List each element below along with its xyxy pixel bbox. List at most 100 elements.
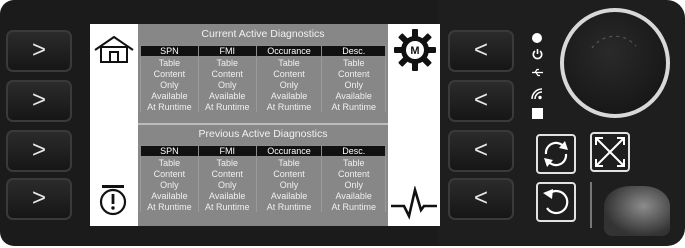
- thumbwheel[interactable]: [604, 186, 670, 236]
- chevron-right-icon: >: [31, 184, 46, 212]
- diagnostics-area: Current Active Diagnostics SPN FMI Occur…: [138, 24, 388, 226]
- left-softkey-3[interactable]: >: [6, 130, 72, 172]
- rotate-arrows-icon: [544, 141, 568, 167]
- table-cell: Available: [140, 190, 199, 201]
- table-cell: Available: [255, 190, 323, 201]
- chevron-left-icon: <: [473, 86, 488, 114]
- cross-arrows-icon: [595, 137, 625, 167]
- bezel-seam: [590, 182, 592, 228]
- table-cell: Available: [197, 90, 257, 101]
- knob-arc-icon: [591, 35, 637, 49]
- table-cell: Table: [197, 56, 257, 68]
- left-softkey-4[interactable]: >: [6, 178, 72, 220]
- table-cell: Content: [255, 168, 323, 179]
- chevron-left-icon: <: [473, 136, 488, 164]
- chevron-right-icon: >: [31, 86, 46, 114]
- home-icon[interactable]: [93, 34, 135, 64]
- table-cell: At Runtime: [197, 201, 257, 212]
- table-cell: Table: [255, 156, 323, 168]
- wifi-icon: [531, 88, 543, 100]
- table-cell: Table: [255, 56, 323, 68]
- screen-left-column: [90, 24, 138, 226]
- table-cell: Table: [321, 156, 386, 168]
- table-cell: Only: [321, 179, 386, 190]
- table-row: Available Available Available Available: [140, 90, 386, 101]
- table-cell: Only: [140, 179, 199, 190]
- column-header-desc: Desc.: [321, 145, 386, 157]
- table-cell: Available: [140, 90, 199, 101]
- table-cell: Only: [197, 179, 257, 190]
- right-softkey-4[interactable]: <: [448, 178, 514, 220]
- chevron-right-icon: >: [31, 36, 46, 64]
- engine-warning-icon[interactable]: [98, 182, 128, 218]
- table-cell: Available: [197, 190, 257, 201]
- table-row: Available Available Available Available: [140, 190, 386, 201]
- chevron-right-icon: >: [31, 136, 46, 164]
- table-cell: At Runtime: [321, 201, 386, 212]
- table-cell: Table: [140, 56, 199, 68]
- chevron-left-icon: <: [473, 184, 488, 212]
- left-softkey-2[interactable]: >: [6, 80, 72, 122]
- column-header-fmi: FMI: [197, 145, 257, 157]
- table-row: Content Content Content Content: [140, 68, 386, 79]
- table-cell: Content: [255, 68, 323, 79]
- table-cell: Table: [197, 156, 257, 168]
- column-header-spn: SPN: [140, 145, 199, 157]
- current-diagnostics-title: Current Active Diagnostics: [201, 28, 325, 40]
- column-header-fmi: FMI: [197, 45, 257, 57]
- table-cell: Content: [197, 68, 257, 79]
- table-cell: Only: [140, 79, 199, 90]
- rotary-knob[interactable]: [560, 8, 670, 118]
- table-row: At Runtime At Runtime At Runtime At Runt…: [140, 101, 386, 112]
- table-cell: Content: [140, 68, 199, 79]
- table-cell: At Runtime: [255, 101, 323, 112]
- right-softkey-1[interactable]: <: [448, 30, 514, 72]
- column-header-occurance: Occurance: [255, 45, 323, 57]
- column-header-spn: SPN: [140, 45, 199, 57]
- table-cell: Only: [255, 79, 323, 90]
- table-cell: At Runtime: [140, 101, 199, 112]
- status-square-icon: [532, 108, 543, 119]
- cancel-button[interactable]: [590, 132, 630, 172]
- undo-arrow-icon: [543, 189, 569, 215]
- table-cell: Only: [321, 79, 386, 90]
- table-cell: Table: [140, 156, 199, 168]
- right-softkey-2[interactable]: <: [448, 80, 514, 122]
- table-cell: Available: [255, 90, 323, 101]
- table-cell: Only: [197, 79, 257, 90]
- table-cell: Table: [321, 56, 386, 68]
- table-cell: Content: [321, 68, 386, 79]
- svg-text:M: M: [410, 45, 419, 57]
- current-diagnostics-table: SPN FMI Occurance Desc. Table Table Tabl…: [140, 45, 386, 112]
- power-led: [532, 33, 542, 43]
- column-header-occurance: Occurance: [255, 145, 323, 157]
- power-icon: [532, 49, 543, 60]
- chevron-left-icon: <: [473, 36, 488, 64]
- table-row: Table Table Table Table: [140, 56, 386, 68]
- table-row: Content Content Content Content: [140, 168, 386, 179]
- screen-right-column: M: [388, 24, 440, 226]
- table-row: Only Only Only Only: [140, 179, 386, 190]
- display-device: > > > > < < < < Current Active Diagnosti…: [0, 0, 685, 248]
- left-softkey-1[interactable]: >: [6, 30, 72, 72]
- table-cell: At Runtime: [197, 101, 257, 112]
- table-cell: At Runtime: [140, 201, 199, 212]
- gear-m-icon[interactable]: M: [393, 28, 437, 72]
- table-header-row: SPN FMI Occurance Desc.: [140, 45, 386, 57]
- table-cell: Content: [321, 168, 386, 179]
- table-cell: At Runtime: [321, 101, 386, 112]
- table-cell: Content: [197, 168, 257, 179]
- previous-diagnostics-table: SPN FMI Occurance Desc. Table Table Tabl…: [140, 145, 386, 212]
- table-cell: Available: [321, 90, 386, 101]
- back-button[interactable]: [536, 182, 576, 222]
- pulse-icon[interactable]: [390, 186, 438, 220]
- table-row: Only Only Only Only: [140, 79, 386, 90]
- right-softkey-3[interactable]: <: [448, 130, 514, 172]
- column-header-desc: Desc.: [321, 45, 386, 57]
- table-cell: Content: [140, 168, 199, 179]
- table-cell: Only: [255, 179, 323, 190]
- table-row: At Runtime At Runtime At Runtime At Runt…: [140, 201, 386, 212]
- table-cell: Available: [321, 190, 386, 201]
- rotate-view-button[interactable]: [536, 134, 576, 174]
- usb-icon: [532, 68, 543, 77]
